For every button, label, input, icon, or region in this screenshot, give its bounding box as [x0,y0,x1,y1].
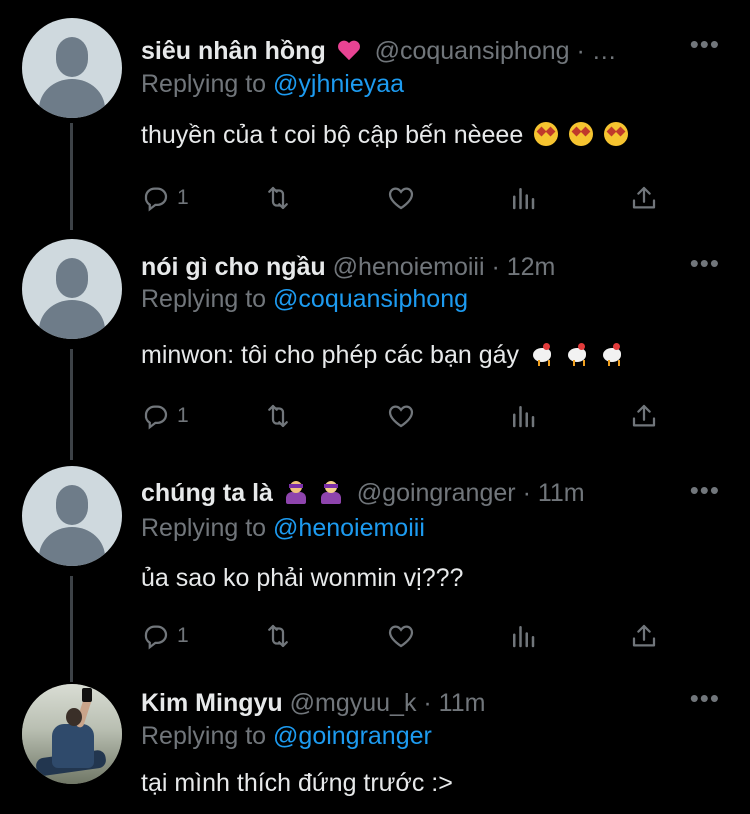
analytics-icon [513,626,535,648]
replying-to: Replying to @goingranger [141,722,432,751]
superhero-emoji [319,480,343,504]
analytics-icon [513,406,535,428]
replying-label: Replying to [141,514,267,542]
replying-label: Replying to [141,722,267,750]
star-struck-emoji [604,122,629,146]
avatar[interactable] [22,466,122,566]
tweet-text: minwon: tôi cho phép các bạn gáy [141,341,624,370]
tweet-header: nói gì cho ngầu @henoiemoiii · 12m [141,251,555,283]
tweet[interactable]: nói gì cho ngầu @henoiemoiii · 12m ••• R… [0,239,750,449]
avatar[interactable] [22,239,122,339]
share-button[interactable] [629,178,659,218]
tweet-text-content: thuyền của t coi bộ cập bến nèeee [141,121,524,149]
tweet-header: Kim Mingyu @mgyuu_k · 11m [141,687,485,719]
retweet-icon [268,624,288,648]
handle[interactable]: @goingranger [357,479,516,507]
reply-count: 1 [177,624,189,647]
tweet-text-content: tại mình thích đứng trước :> [141,769,453,797]
rooster-emoji [600,342,624,366]
share-icon [632,186,656,209]
action-bar: 1 [141,396,701,436]
display-name[interactable]: chúng ta là [141,479,273,507]
reply-button[interactable]: 1 [141,616,189,656]
analytics-icon [513,188,535,210]
tweet-text: tại mình thích đứng trước :> [141,769,453,798]
timestamp[interactable]: · 11m [423,689,485,717]
mention-link[interactable]: @goingranger [273,722,432,750]
timestamp[interactable]: · … [577,37,617,65]
tweet-text-content: ủa sao ko phải wonmin vị??? [141,564,464,592]
display-name[interactable]: Kim Mingyu [141,689,283,717]
action-bar: 1 [141,616,701,656]
replying-label: Replying to [141,70,267,98]
tweet[interactable]: chúng ta là @goingranger · 11m ••• Reply… [0,466,750,676]
retweet-button[interactable] [263,178,293,218]
handle[interactable]: @henoiemoiii [333,253,485,281]
replying-to: Replying to @coquansiphong [141,285,468,314]
share-icon [632,404,656,427]
mention-link[interactable]: @coquansiphong [273,285,468,313]
share-icon [632,624,656,647]
reply-icon [144,187,168,212]
like-button[interactable] [386,616,416,656]
avatar[interactable] [22,684,122,784]
like-button[interactable] [386,178,416,218]
more-icon[interactable]: ••• [690,250,720,276]
star-struck-emoji [534,122,559,146]
action-bar: 1 [141,178,701,218]
tweet-text-content: minwon: tôi cho phép các bạn gáy [141,341,520,369]
replying-label: Replying to [141,285,267,313]
tweet[interactable]: siêu nhân hồng @coquansiphong · … ••• Re… [0,18,750,228]
reply-icon [144,405,168,430]
star-struck-emoji [569,122,594,146]
share-button[interactable] [629,616,659,656]
replying-to: Replying to @henoiemoiii [141,514,425,543]
reply-count: 1 [177,186,189,209]
like-icon [388,187,414,210]
like-icon [388,625,414,648]
timestamp[interactable]: · 12m [491,253,555,281]
handle[interactable]: @mgyuu_k [290,689,417,717]
superhero-emoji [284,480,308,504]
reply-count: 1 [177,404,189,427]
retweet-button[interactable] [263,396,293,436]
display-name[interactable]: nói gì cho ngầu [141,253,326,281]
tweet[interactable]: Kim Mingyu @mgyuu_k · 11m ••• Replying t… [0,684,750,814]
reply-button[interactable]: 1 [141,396,189,436]
display-name[interactable]: siêu nhân hồng [141,37,326,65]
avatar[interactable] [22,18,122,118]
tweet-text: thuyền của t coi bộ cập bến nèeee [141,121,629,150]
reply-button[interactable]: 1 [141,178,189,218]
tweet-text: ủa sao ko phải wonmin vị??? [141,564,463,593]
replying-to: Replying to @yjhnieyaa [141,70,404,99]
retweet-icon [268,404,288,428]
like-icon [388,405,414,428]
tweet-header: chúng ta là @goingranger · 11m [141,477,585,509]
share-button[interactable] [629,396,659,436]
retweet-button[interactable] [263,616,293,656]
retweet-icon [268,186,288,210]
tweet-header: siêu nhân hồng @coquansiphong · … [141,35,617,67]
handle[interactable]: @coquansiphong [375,37,570,65]
mention-link[interactable]: @henoiemoiii [273,514,425,542]
analytics-button[interactable] [508,178,538,218]
reply-icon [144,625,168,650]
more-icon[interactable]: ••• [690,31,720,57]
analytics-button[interactable] [508,616,538,656]
more-icon[interactable]: ••• [690,685,720,711]
mention-link[interactable]: @yjhnieyaa [273,70,404,98]
pink-heart-emoji [337,38,361,62]
like-button[interactable] [386,396,416,436]
rooster-emoji [565,342,589,366]
timestamp[interactable]: · 11m [523,479,585,507]
rooster-emoji [530,342,554,366]
more-icon[interactable]: ••• [690,477,720,503]
analytics-button[interactable] [508,396,538,436]
